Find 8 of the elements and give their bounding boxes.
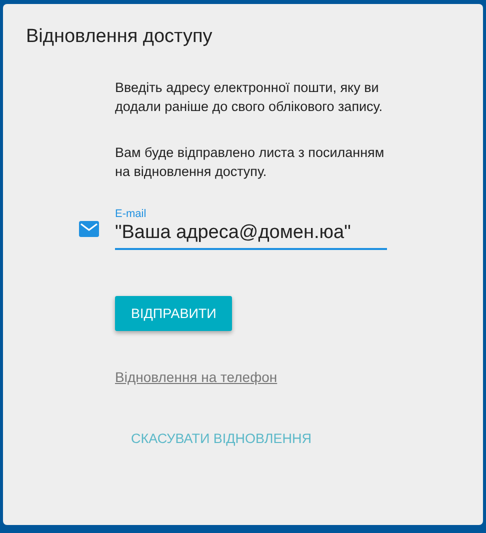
phone-recovery-link[interactable]: Відновлення на телефон xyxy=(115,369,278,385)
dialog-title: Відновлення доступу xyxy=(26,26,214,48)
email-icon xyxy=(79,221,99,237)
instruction-text: Вам буде відправлено листа з посиланням на відновлення доступу. xyxy=(115,144,386,181)
cancel-button[interactable]: СКАСУВАТИ ВІДНОВЛЕННЯ xyxy=(129,427,314,450)
instruction-text: Введіть адресу електронної пошти, яку ви додали раніше до свого облікового запису. xyxy=(115,79,384,116)
email-field[interactable]: E-mail "Ваша адреса@домен.юа" xyxy=(115,208,387,250)
submit-button[interactable]: ВІДПРАВИТИ xyxy=(115,296,232,331)
